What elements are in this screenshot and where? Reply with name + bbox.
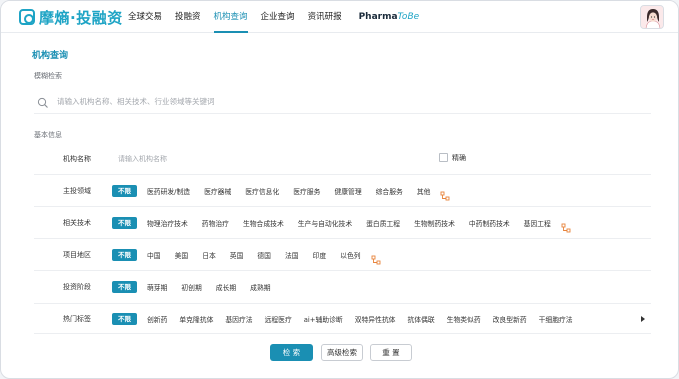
stage-option[interactable]: 初创期: [181, 282, 201, 292]
action-buttons: 检 索 高级检索 重 置: [270, 344, 419, 361]
basic-info-label: 基本信息: [34, 131, 62, 139]
invest-field-option[interactable]: 医疗服务: [293, 186, 320, 196]
pharmatobe-prefix: Pharma: [358, 12, 398, 22]
technology-option[interactable]: 基因工程: [524, 218, 551, 228]
nav-item-pharmatobe[interactable]: PharmaToBe: [359, 1, 420, 33]
invest-field-option[interactable]: 综合服务: [376, 186, 403, 196]
nav-item-news-reports[interactable]: 资讯研报: [308, 1, 342, 33]
technology-all-chip[interactable]: 不限: [112, 216, 137, 229]
technology-option[interactable]: 生产与自动化技术: [298, 218, 352, 228]
tag-option[interactable]: 双特异性抗体: [355, 314, 396, 324]
region-option[interactable]: 法国: [285, 250, 299, 260]
tag-option[interactable]: 单克隆抗体: [179, 314, 213, 324]
region-all-chip[interactable]: 不限: [112, 248, 137, 261]
filter-label-name: 机构名称: [63, 155, 91, 163]
stage-option[interactable]: 成熟期: [250, 282, 270, 292]
invest-field-option[interactable]: 医药研发/制造: [147, 186, 190, 196]
hierarchy-expand-icon[interactable]: [561, 218, 571, 232]
tag-option[interactable]: 基因疗法: [225, 314, 252, 324]
search-input[interactable]: [57, 96, 457, 106]
brand-name: 摩熵·投融资: [39, 8, 123, 27]
search-card: 机构查询 模糊检索 基本信息 机构名称 精确 主投领域 不限 医药研发/制造 医…: [20, 40, 661, 376]
nav-item-company-search[interactable]: 企业查询: [261, 1, 295, 33]
avatar[interactable]: [640, 5, 664, 29]
scroll-right-icon[interactable]: [641, 316, 645, 322]
fuzzy-search-label: 模糊检索: [34, 72, 62, 80]
region-option[interactable]: 以色列: [340, 250, 360, 260]
region-option[interactable]: 中国: [147, 250, 161, 260]
logo-icon: [19, 9, 35, 25]
invest-field-option[interactable]: 医疗信息化: [245, 186, 279, 196]
pharmatobe-suffix: ToBe: [397, 12, 420, 22]
stage-all-chip[interactable]: 不限: [112, 281, 137, 293]
filter-label-technology: 相关技术: [63, 218, 91, 227]
filter-row-invest-field: 主投领域 不限 医药研发/制造 医疗器械 医疗信息化 医疗服务 健康管理 综合服…: [34, 175, 651, 207]
filter-row-name: 机构名称 精确: [34, 144, 651, 175]
invest-field-option[interactable]: 健康管理: [334, 186, 361, 196]
filter-label-stage: 投资阶段: [63, 283, 91, 291]
technology-option[interactable]: 蛋白质工程: [366, 218, 400, 228]
technology-option[interactable]: 生物合成技术: [243, 218, 284, 228]
region-option[interactable]: 英国: [230, 250, 244, 260]
filter-row-region: 项目地区 不限 中国 美国 日本 英国 德国 法国 印度 以色列: [34, 239, 651, 271]
tag-option[interactable]: 干细胞疗法: [539, 314, 573, 324]
reset-button[interactable]: 重 置: [370, 344, 412, 361]
region-option[interactable]: 德国: [257, 250, 271, 260]
stage-option[interactable]: 成长期: [216, 282, 236, 292]
filter-row-stage: 投资阶段 不限 萌芽期 初创期 成长期 成熟期: [34, 271, 651, 304]
exact-match-label: 精确: [452, 154, 466, 162]
advanced-search-button[interactable]: 高级检索: [321, 344, 363, 361]
brand-logo[interactable]: 摩熵·投融资: [19, 7, 123, 27]
nav-item-institution-search[interactable]: 机构查询: [213, 1, 248, 33]
filter-label-invest-field: 主投领域: [63, 186, 91, 195]
stage-option[interactable]: 萌芽期: [147, 282, 167, 292]
avatar-image: [641, 6, 663, 28]
invest-field-option[interactable]: 医疗器械: [204, 186, 231, 196]
search-button[interactable]: 检 索: [270, 344, 313, 361]
tag-option[interactable]: 创新药: [147, 314, 167, 324]
hierarchy-expand-icon[interactable]: [371, 250, 381, 264]
institution-name-input[interactable]: [118, 155, 318, 163]
filter-row-technology: 相关技术 不限 物理治疗技术 药物治疗 生物合成技术 生产与自动化技术 蛋白质工…: [34, 207, 651, 239]
region-option[interactable]: 印度: [313, 250, 327, 260]
tag-option[interactable]: 抗体偶联: [407, 314, 434, 324]
region-option[interactable]: 日本: [202, 250, 216, 260]
exact-match-checkbox[interactable]: [439, 153, 448, 162]
filter-row-tags: 热门标签 不限 创新药 单克隆抗体 基因疗法 远程医疗 ai+辅助诊断 双特异性…: [34, 304, 651, 334]
tag-option[interactable]: ai+辅助诊断: [304, 314, 343, 324]
top-nav: 摩熵·投融资 全球交易 投融资 机构查询 企业查询 资讯研报 PharmaToB…: [1, 1, 678, 33]
tag-option[interactable]: 远程医疗: [265, 314, 292, 324]
nav-menu: 全球交易 投融资 机构查询 企业查询 资讯研报 PharmaToBe: [128, 1, 419, 33]
region-option[interactable]: 美国: [175, 250, 189, 260]
technology-option[interactable]: 生物制药技术: [414, 218, 455, 228]
tag-option[interactable]: 生物类似药: [447, 314, 481, 324]
nav-item-global-deals[interactable]: 全球交易: [128, 1, 162, 33]
filter-label-region: 项目地区: [63, 250, 91, 259]
filter-label-tags: 热门标签: [63, 314, 91, 323]
technology-option[interactable]: 物理治疗技术: [147, 218, 188, 228]
search-icon: [37, 94, 51, 108]
invest-field-option[interactable]: 其他: [417, 186, 431, 196]
hierarchy-expand-icon[interactable]: [440, 186, 450, 200]
technology-option[interactable]: 中药制药技术: [469, 218, 510, 228]
app-window: 摩熵·投融资 全球交易 投融资 机构查询 企业查询 资讯研报 PharmaToB…: [0, 0, 679, 379]
technology-option[interactable]: 药物治疗: [202, 218, 229, 228]
tags-all-chip[interactable]: 不限: [112, 312, 137, 325]
invest-field-all-chip[interactable]: 不限: [112, 184, 137, 197]
nav-item-investment[interactable]: 投融资: [175, 1, 201, 33]
tag-option[interactable]: 改良型新药: [493, 314, 527, 324]
page-title: 机构查询: [32, 51, 69, 61]
fuzzy-search-bar: [34, 89, 651, 114]
